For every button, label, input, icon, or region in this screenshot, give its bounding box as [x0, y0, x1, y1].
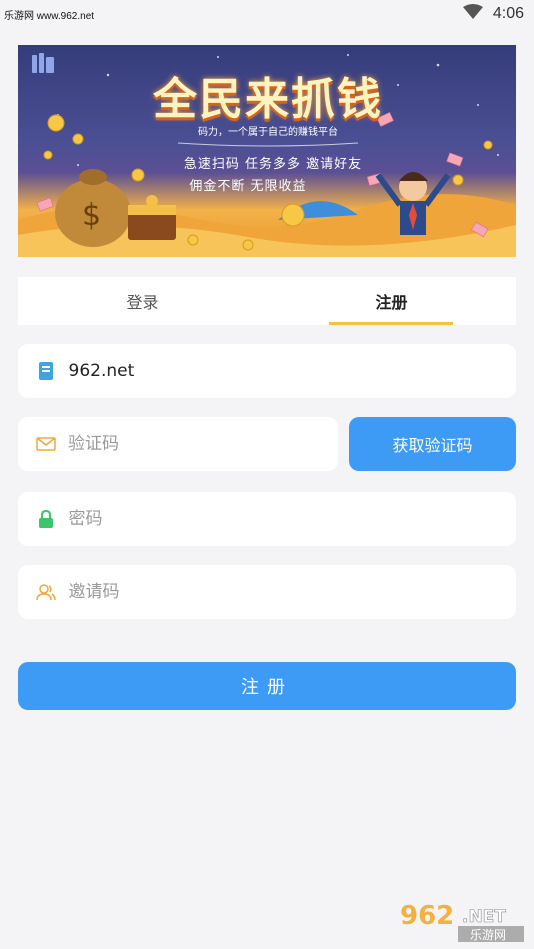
banner-subtitle: 码力，一个属于自己的赚钱平台 [198, 127, 338, 138]
status-right: 4:06 [462, 4, 524, 24]
phone-icon [36, 360, 57, 382]
app-logo [32, 53, 54, 73]
get-code-button[interactable]: 获取验证码 [349, 417, 516, 471]
status-bar: 乐游网 www.962.net 4:06 [0, 0, 534, 28]
tab-login-label: 登录 [126, 293, 159, 312]
tab-register-label: 注册 [375, 293, 408, 312]
svg-text:962: 962 [400, 901, 454, 931]
svg-text:.NET: .NET [462, 907, 506, 927]
tab-login[interactable]: 登录 [18, 277, 267, 325]
banner-slogan-2: 佣金不断 无限收益 [189, 179, 307, 194]
svg-text:$: $ [82, 198, 101, 233]
auth-tabs: 登录 注册 [18, 277, 516, 325]
status-time: 4:06 [492, 5, 524, 22]
invite-field[interactable] [18, 565, 516, 619]
password-field[interactable] [18, 492, 516, 546]
password-input[interactable] [68, 509, 516, 529]
site-watermark: 962 .NET 乐游网 [396, 898, 528, 944]
watermark-logo: 962 .NET 乐游网 [400, 901, 524, 942]
banner-slogan-1: 急速扫码 任务多多 邀请好友 [183, 157, 363, 172]
wifi-icon [462, 4, 483, 24]
phone-field[interactable] [18, 344, 516, 398]
active-tab-indicator [329, 322, 453, 325]
mail-icon [36, 433, 56, 455]
promo-banner[interactable]: $ 全民来抓钱 码力，一个属于自己的赚钱平台 急速扫码 任务多多 邀请好友 佣金… [18, 45, 516, 257]
money-bag-illustration: $ [55, 169, 131, 247]
svg-text:乐游网: 乐游网 [470, 928, 506, 942]
user-icon [36, 581, 57, 603]
register-button[interactable]: 注册 [18, 662, 516, 710]
status-carrier: 乐游网 www.962.net [4, 10, 95, 22]
treasure-chest-illustration [128, 195, 176, 240]
code-input[interactable] [68, 434, 338, 454]
phone-input[interactable] [68, 361, 516, 381]
code-field[interactable] [18, 417, 338, 471]
banner-title: 全民来抓钱 [153, 74, 383, 125]
lock-icon [36, 508, 57, 530]
invite-input[interactable] [68, 582, 516, 602]
tab-register[interactable]: 注册 [267, 277, 516, 325]
